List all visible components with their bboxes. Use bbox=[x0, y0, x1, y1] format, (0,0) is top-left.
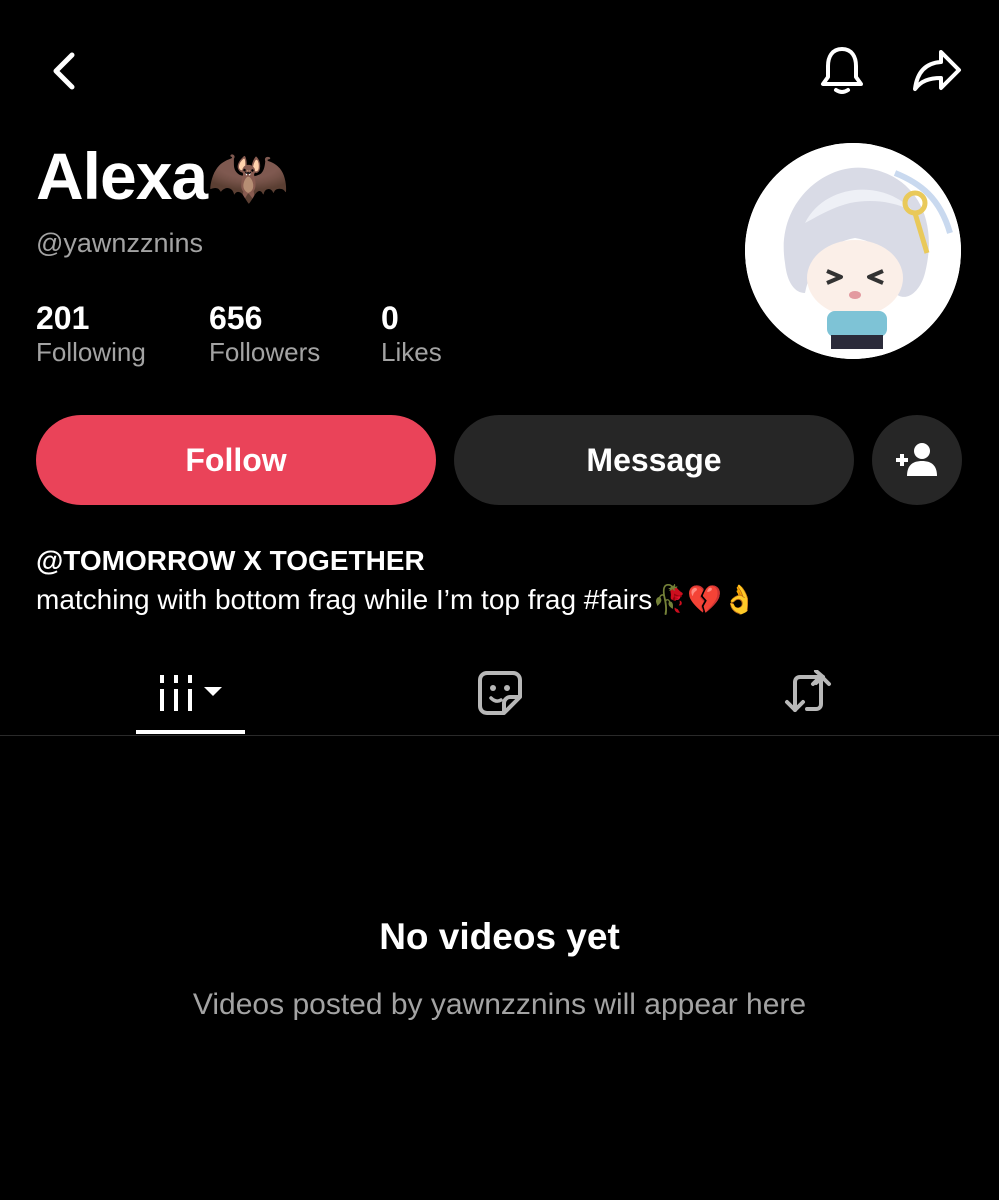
bell-icon bbox=[821, 47, 863, 94]
bio-link[interactable]: @TOMORROW X TOGETHER bbox=[36, 543, 425, 579]
back-icon bbox=[53, 52, 75, 90]
reposts-icon bbox=[785, 669, 831, 712]
videos-grid-icon bbox=[159, 674, 222, 711]
notification-bell-button[interactable] bbox=[812, 40, 872, 100]
empty-state-subtitle: Videos posted by yawnzznins will appear … bbox=[192, 988, 807, 1021]
content-tabs bbox=[0, 650, 999, 736]
bio-text: matching with bottom frag while I’m top … bbox=[36, 584, 757, 615]
active-tab-indicator bbox=[136, 730, 245, 734]
likes-label: Likes bbox=[381, 337, 442, 367]
following-count: 201 bbox=[36, 300, 90, 336]
share-button[interactable] bbox=[906, 40, 968, 100]
followers-count: 656 bbox=[209, 300, 263, 336]
username: @yawnzznins bbox=[36, 228, 203, 258]
stat-following[interactable]: 201 Following bbox=[36, 298, 146, 368]
followers-label: Followers bbox=[209, 337, 321, 367]
stat-likes[interactable]: 0 Likes bbox=[381, 298, 442, 368]
add-person-icon bbox=[896, 443, 937, 476]
top-bar bbox=[0, 0, 999, 140]
display-name: Alexa🦇 bbox=[36, 139, 289, 213]
follow-button[interactable]: Follow bbox=[36, 415, 436, 505]
following-label: Following bbox=[36, 337, 146, 367]
liked-sticker-icon bbox=[478, 670, 522, 715]
tab-videos[interactable] bbox=[136, 650, 245, 735]
share-icon bbox=[913, 50, 961, 91]
back-button[interactable] bbox=[36, 45, 88, 97]
add-friend-button[interactable] bbox=[872, 415, 962, 505]
message-button[interactable]: Message bbox=[454, 415, 854, 505]
stat-followers[interactable]: 656 Followers bbox=[209, 298, 320, 368]
avatar[interactable] bbox=[745, 143, 961, 359]
avatar-image bbox=[745, 143, 961, 359]
tab-reposts[interactable] bbox=[753, 650, 863, 735]
likes-count: 0 bbox=[381, 300, 399, 336]
empty-state-title: No videos yet bbox=[379, 916, 620, 957]
tab-liked[interactable] bbox=[445, 650, 555, 735]
